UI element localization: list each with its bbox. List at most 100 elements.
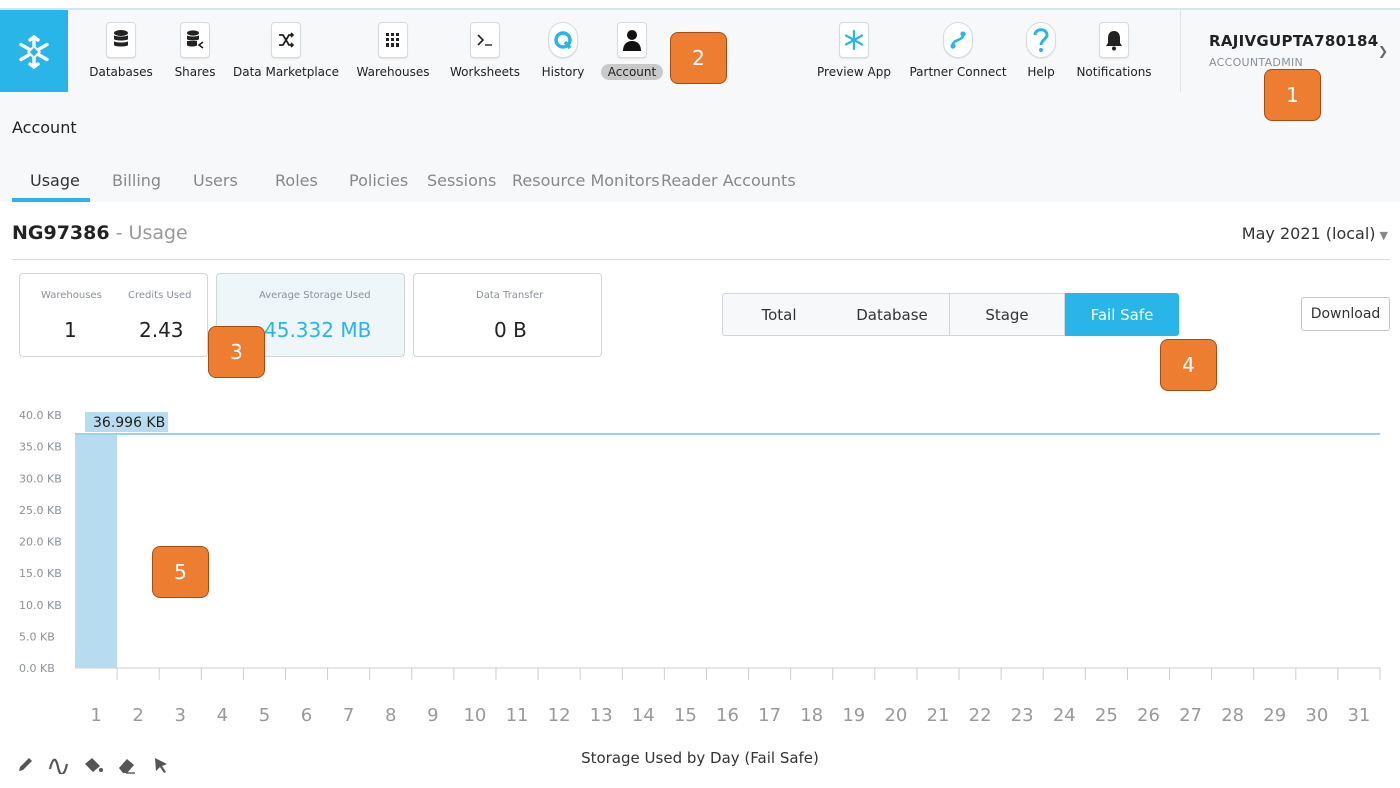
marketplace-icon <box>271 22 301 58</box>
nav-label: Help <box>1027 65 1055 79</box>
storage-label: Average Storage Used <box>259 290 371 301</box>
x-tick-label: 27 <box>1179 705 1202 725</box>
x-tick-label: 20 <box>884 705 907 725</box>
y-tick-label: 20.0 KB <box>19 536 62 549</box>
x-tick-label: 4 <box>217 705 228 725</box>
y-tick-label: 15.0 KB <box>19 567 62 580</box>
credits-value: 2.43 <box>139 318 184 342</box>
title-separator: - <box>109 222 129 244</box>
tab-reader-accounts[interactable]: Reader Accounts <box>661 171 796 190</box>
page-title: NG97386 - Usage <box>12 222 188 244</box>
callout-marker-3: 3 <box>208 326 265 378</box>
x-tick-label: 8 <box>385 705 396 725</box>
account-icon <box>617 22 647 58</box>
x-tick-label: 21 <box>927 705 950 725</box>
x-tick-label: 15 <box>674 705 697 725</box>
tab-users[interactable]: Users <box>193 171 238 190</box>
warehouse-icon <box>378 22 408 58</box>
x-tick-label: 28 <box>1221 705 1244 725</box>
segment-database[interactable]: Database <box>835 293 950 336</box>
nav-label: Notifications <box>1076 65 1152 79</box>
x-tick-label: 31 <box>1347 705 1370 725</box>
share-icon <box>180 22 210 58</box>
chart-title: Storage Used by Day (Fail Safe) <box>581 749 819 767</box>
tab-billing[interactable]: Billing <box>112 171 161 190</box>
nav-data-marketplace[interactable]: Data Marketplace <box>233 10 339 94</box>
x-tick-label: 5 <box>259 705 270 725</box>
month-select[interactable]: May 2021 (local) ▼ <box>1242 224 1388 243</box>
nav-label: Shares <box>174 65 216 79</box>
y-tick-label: 5.0 KB <box>19 630 55 643</box>
nav-label: Partner Connect <box>909 65 1007 79</box>
x-tick-label: 23 <box>1011 705 1034 725</box>
y-tick-label: 25.0 KB <box>19 504 62 517</box>
account-header: Account Usage Billing Users Roles Polici… <box>0 92 1400 202</box>
nav-label: Account <box>600 64 664 80</box>
x-tick-label: 1 <box>90 705 101 725</box>
nav-databases[interactable]: Databases <box>89 10 153 94</box>
y-tick-label: 10.0 KB <box>19 599 62 612</box>
x-tick-label: 10 <box>463 705 486 725</box>
nav-label: Preview App <box>817 65 891 79</box>
warehouses-value: 1 <box>64 318 77 342</box>
nav-shares[interactable]: Shares <box>172 10 218 94</box>
x-tick-label: 13 <box>590 705 613 725</box>
nav-account[interactable]: Account <box>600 10 664 94</box>
active-tab-indicator <box>12 198 90 202</box>
tab-resource-monitors[interactable]: Resource Monitors <box>512 171 660 190</box>
nav-help[interactable]: Help <box>1022 10 1060 94</box>
database-icon <box>106 22 136 58</box>
callout-marker-5: 5 <box>152 546 209 598</box>
callout-marker-2: 2 <box>670 32 727 84</box>
segment-stage[interactable]: Stage <box>950 293 1065 336</box>
partner-connect-icon <box>943 22 973 58</box>
tab-policies[interactable]: Policies <box>349 171 408 190</box>
warehouse-credits-card[interactable]: Warehouses 1 Credits Used 2.43 <box>19 273 208 357</box>
snowflake-logo[interactable] <box>0 10 68 94</box>
download-button[interactable]: Download <box>1301 297 1390 331</box>
nav-warehouses[interactable]: Warehouses <box>356 10 430 94</box>
caret-down-icon: ▼ <box>1379 229 1388 242</box>
account-id: NG97386 <box>12 222 110 244</box>
month-value: May 2021 (local) <box>1241 224 1376 243</box>
segment-total[interactable]: Total <box>722 293 836 336</box>
snowflake-icon <box>839 22 869 58</box>
storage-bar-chart: 0.0 KB 5.0 KB 10.0 KB 15.0 KB 20.0 KB 25.0 KB… <box>19 409 1381 725</box>
snowflake-logo-icon <box>19 34 49 70</box>
storage-value: 45.332 MB <box>264 318 372 342</box>
nav-label: Worksheets <box>450 65 520 79</box>
y-tick-label: 30.0 KB <box>19 472 62 485</box>
paint-bucket-icon[interactable] <box>82 754 104 776</box>
bar-day-1 <box>75 434 118 668</box>
data-transfer-card[interactable]: Data Transfer 0 B <box>413 273 602 357</box>
nav-history[interactable]: History <box>540 10 586 94</box>
curve-icon[interactable] <box>48 754 70 776</box>
user-role: ACCOUNTADMIN <box>1209 56 1304 69</box>
eraser-icon[interactable] <box>116 754 138 776</box>
chevron-down-icon[interactable]: ❯ <box>1378 44 1388 58</box>
x-tick-label: 11 <box>506 705 529 725</box>
nav-label: History <box>541 65 585 79</box>
nav-partner-connect[interactable]: Partner Connect <box>909 10 1007 94</box>
tab-usage[interactable]: Usage <box>30 171 80 190</box>
nav-label: Databases <box>89 65 153 79</box>
app-window: Databases Shares Data Marketplace Wareho… <box>0 0 1400 788</box>
tab-sessions[interactable]: Sessions <box>427 171 496 190</box>
pencil-icon[interactable] <box>14 754 36 776</box>
x-tick-label: 25 <box>1095 705 1118 725</box>
history-icon <box>548 22 578 58</box>
tab-roles[interactable]: Roles <box>275 171 318 190</box>
x-tick-label: 18 <box>800 705 823 725</box>
nav-notifications[interactable]: Notifications <box>1076 10 1152 94</box>
nav-preview-app[interactable]: Preview App <box>817 10 891 94</box>
x-tick-label: 12 <box>548 705 571 725</box>
callout-marker-1: 1 <box>1264 69 1321 121</box>
nav-label: Warehouses <box>356 65 430 79</box>
transfer-value: 0 B <box>494 318 527 342</box>
nav-worksheets[interactable]: Worksheets <box>450 10 520 94</box>
pointer-icon[interactable] <box>150 754 172 776</box>
y-tick-label: 40.0 KB <box>19 409 62 422</box>
segment-fail-safe[interactable]: Fail Safe <box>1065 293 1179 336</box>
warehouses-label: Warehouses <box>41 290 102 301</box>
nav-label: Data Marketplace <box>233 65 340 79</box>
